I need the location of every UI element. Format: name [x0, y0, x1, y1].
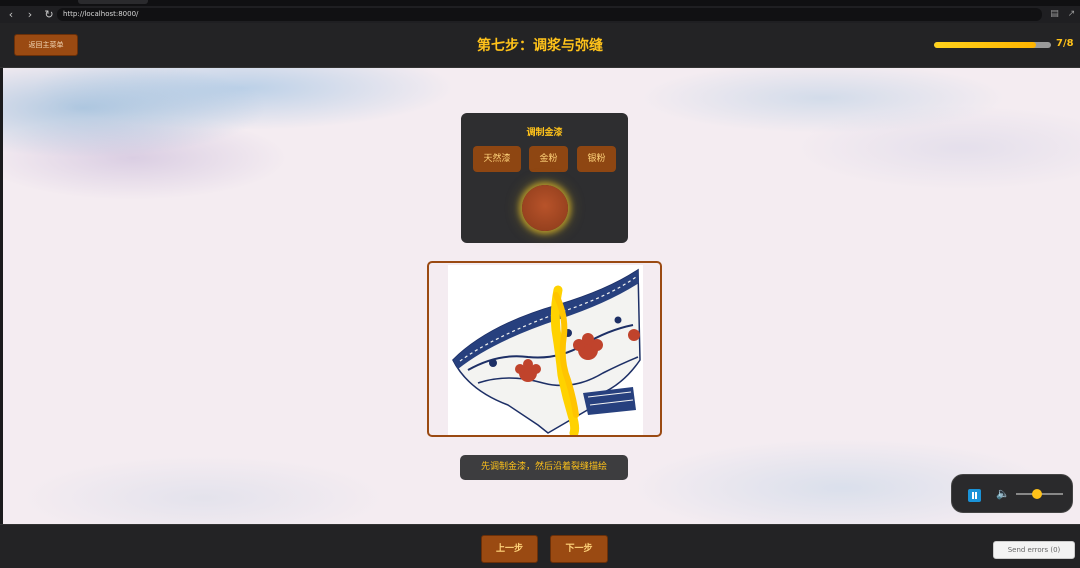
- prev-step-button[interactable]: 上一步: [481, 535, 538, 563]
- ingredient-silver-powder-button[interactable]: 银粉: [577, 146, 616, 172]
- ingredient-gold-powder-button[interactable]: 金粉: [529, 146, 568, 172]
- next-step-button[interactable]: 下一步: [550, 535, 608, 563]
- red-flower-right: [628, 329, 640, 341]
- send-errors-button[interactable]: Send errors (0): [993, 541, 1075, 559]
- ingredient-natural-lacquer-button[interactable]: 天然漆: [473, 146, 521, 172]
- chevron-right-icon[interactable]: ›: [22, 7, 38, 23]
- app-header: 返回主菜单 第七步：调浆与弥缝 7/8: [0, 23, 1080, 68]
- footer-nav: 上一步 下一步 Send errors (0): [0, 524, 1080, 568]
- porcelain-bowl-illustration: [452, 268, 641, 435]
- reload-icon[interactable]: ↻: [41, 7, 57, 23]
- gold-lacquer-mixing-panel: 调制金漆 天然漆 金粉 银粉: [461, 113, 628, 243]
- volume-slider[interactable]: [1016, 489, 1063, 499]
- mixing-panel-title: 调制金漆: [526, 128, 563, 138]
- mixing-bowl[interactable]: [522, 185, 568, 231]
- porcelain-bowl-canvas[interactable]: [427, 261, 662, 437]
- progress-bar-fill: [934, 42, 1037, 48]
- progress-text: 7/8: [1056, 38, 1074, 49]
- browser-toolbar: ‹ › ↻ http://localhost:8000/ ▤ ↗: [0, 6, 1080, 23]
- volume-slider-knob[interactable]: [1031, 489, 1042, 499]
- volume-icon[interactable]: 🔈: [996, 487, 1010, 500]
- chevron-left-icon[interactable]: ‹: [3, 7, 19, 23]
- audio-player: 🔈: [951, 474, 1073, 513]
- page-title: 第七步：调浆与弥缝: [477, 38, 603, 54]
- porcelain-bowl-image[interactable]: [448, 265, 643, 435]
- browser-tab[interactable]: [78, 0, 148, 4]
- address-bar[interactable]: http://localhost:8000/: [57, 8, 1042, 21]
- progress-bar: [934, 42, 1051, 48]
- open-external-icon[interactable]: ↗: [1066, 9, 1077, 20]
- extension-icon[interactable]: ▤: [1049, 9, 1060, 20]
- instruction-hint: 先调制金漆，然后沿着裂缝描绘: [460, 455, 628, 480]
- vine-curl-3: [614, 316, 622, 324]
- vine-curl-1: [489, 359, 497, 367]
- stage-background: 调制金漆 天然漆 金粉 银粉 先调制金漆，然后沿着裂缝描绘: [3, 68, 1080, 524]
- pause-icon[interactable]: [968, 489, 981, 502]
